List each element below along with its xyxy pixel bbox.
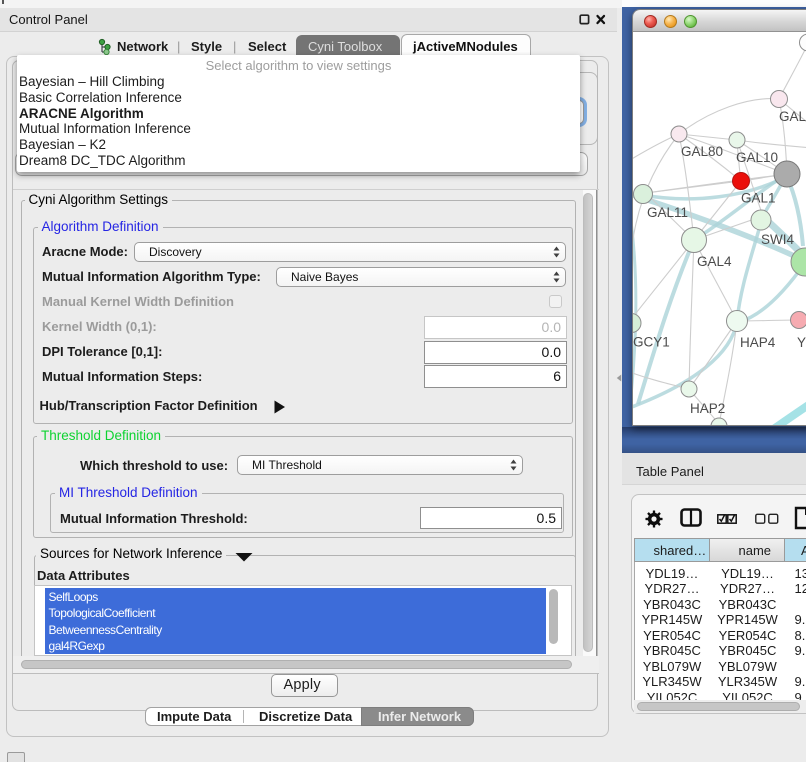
svg-text:HAP4: HAP4 xyxy=(740,335,776,350)
svg-text:GAL10: GAL10 xyxy=(736,150,778,165)
svg-text:GAL1: GAL1 xyxy=(741,191,776,206)
svg-text:SWI4: SWI4 xyxy=(761,232,794,247)
svg-text:GAL80: GAL80 xyxy=(681,144,723,159)
svg-text:Y: Y xyxy=(797,335,806,350)
svg-text:GAL11: GAL11 xyxy=(647,205,688,220)
svg-text:GCY1: GCY1 xyxy=(633,335,670,350)
svg-text:GAL4: GAL4 xyxy=(697,254,732,269)
svg-text:GAL7: GAL7 xyxy=(779,109,806,124)
svg-text:HAP2: HAP2 xyxy=(690,401,725,416)
